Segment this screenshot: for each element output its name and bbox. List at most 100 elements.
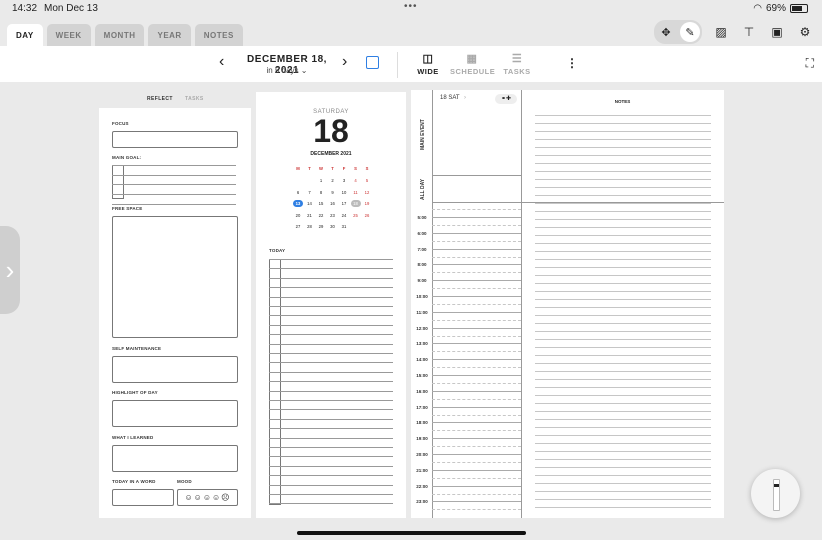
hour-line <box>432 469 521 471</box>
hour-line <box>432 485 521 487</box>
calendar-day[interactable]: 8 <box>316 189 326 196</box>
mood-selector[interactable]: ☺☺☺☺☹ <box>177 489 238 506</box>
free-space-field[interactable] <box>112 216 238 338</box>
main-goal-list[interactable] <box>112 165 236 205</box>
focus-label: FOCUS <box>112 121 129 126</box>
calendar-day[interactable]: 16 <box>328 200 338 207</box>
calendar-day[interactable]: 12 <box>362 189 372 196</box>
today-row <box>269 353 393 354</box>
calendar-day[interactable]: 4 <box>351 177 361 184</box>
previous-day-icon[interactable]: ‹ <box>219 53 224 71</box>
today-row <box>269 315 393 317</box>
sidebar-toggle-icon[interactable]: › <box>0 226 20 314</box>
highlight-field[interactable] <box>112 400 238 427</box>
calendar-day[interactable]: 20 <box>293 212 303 219</box>
note-line <box>535 259 711 260</box>
calendar-day[interactable]: 21 <box>305 212 315 219</box>
settings-gear-icon[interactable]: ⚙ <box>796 23 814 41</box>
multitask-dots-icon[interactable]: ••• <box>404 1 418 12</box>
day-chevron-icon[interactable]: › <box>464 95 466 101</box>
hour-line <box>432 390 521 392</box>
calendar-day[interactable]: 23 <box>328 212 338 219</box>
main-goal-label: MAIN GOAL: <box>112 155 142 160</box>
self-maintenance-field[interactable] <box>112 356 238 383</box>
calendar-day[interactable]: 7 <box>305 189 315 196</box>
word-field[interactable] <box>112 489 174 506</box>
fullscreen-icon[interactable]: ⛶ <box>806 56 814 71</box>
half-hour-line <box>432 477 521 479</box>
calendar-day[interactable]: 22 <box>316 212 326 219</box>
note-line <box>535 163 711 164</box>
calendar-day[interactable]: 27 <box>293 223 303 230</box>
calendar-day[interactable]: 14 <box>305 200 315 207</box>
relative-date-dropdown[interactable]: in 5 days ⌄ <box>238 66 336 75</box>
hour-line <box>432 438 521 440</box>
view-tasks-button[interactable]: ☰ TASKS <box>497 52 537 76</box>
half-hour-line <box>432 351 521 353</box>
today-row <box>269 400 393 401</box>
note-line <box>535 139 711 140</box>
tab-week[interactable]: WEEK <box>46 24 91 46</box>
more-options-icon[interactable]: ⋮ <box>566 56 578 70</box>
tab-reflect[interactable]: REFLECT <box>147 96 173 102</box>
calendar-day[interactable]: 11 <box>351 189 361 196</box>
calendar-day[interactable]: 2 <box>328 177 338 184</box>
note-line <box>535 451 711 452</box>
note-line <box>535 131 711 132</box>
tab-day[interactable]: DAY <box>7 24 43 46</box>
today-row <box>269 484 393 486</box>
status-bar: 14:32 Mon Dec 13 ••• ◠ 69% <box>0 0 822 18</box>
pencil-tool-button[interactable] <box>751 469 800 518</box>
edit-note-icon[interactable]: ▨ <box>712 23 730 41</box>
view-wide-button[interactable]: ◫ WIDE <box>408 52 448 76</box>
add-event-icon[interactable]: ▣ <box>768 23 786 41</box>
focus-field[interactable] <box>112 131 238 148</box>
note-line <box>535 467 711 468</box>
tab-month[interactable]: MONTH <box>94 24 145 46</box>
view-tabs: DAY WEEK MONTH YEAR NOTES <box>7 24 243 46</box>
note-line <box>535 427 711 428</box>
calendar-day[interactable]: 5 <box>362 177 372 184</box>
calendar-day[interactable]: 24 <box>339 212 349 219</box>
hour-line <box>432 359 521 361</box>
tab-notes[interactable]: NOTES <box>194 24 243 46</box>
calendar-today-icon[interactable] <box>366 56 379 69</box>
calendar-day[interactable]: 19 <box>362 200 372 207</box>
text-box-icon[interactable]: ⊤ <box>740 23 758 41</box>
calendar-day[interactable]: 17 <box>339 200 349 207</box>
calendar-day[interactable]: 15 <box>316 200 326 207</box>
calendar-day[interactable]: 31 <box>339 223 349 230</box>
tab-tasks[interactable]: TASKS <box>185 96 204 102</box>
calendar-day[interactable]: 3 <box>339 177 349 184</box>
day-page: SATURDAY 18 DECEMBER 2021 MTWTFSS1234567… <box>256 92 406 518</box>
hour-line <box>432 248 521 250</box>
hour-line <box>432 232 521 234</box>
calendar-day[interactable]: 28 <box>305 223 315 230</box>
highlight-label: HIGHLIGHT OF DAY <box>112 390 158 395</box>
calendar-day[interactable]: 1 <box>316 177 326 184</box>
all-day-label: ALL DAY <box>420 178 426 200</box>
link-add-icon[interactable]: ⚭✚ <box>495 94 517 104</box>
calendar-day[interactable]: 10 <box>339 189 349 196</box>
calendar-day[interactable]: 26 <box>362 212 372 219</box>
next-day-icon[interactable]: › <box>342 53 347 71</box>
calendar-day[interactable]: 25 <box>351 212 361 219</box>
half-hour-line <box>432 272 521 274</box>
calendar-day[interactable]: 6 <box>293 189 303 196</box>
half-hour-line <box>432 446 521 448</box>
tab-year[interactable]: YEAR <box>148 24 191 46</box>
note-line <box>535 443 711 444</box>
calendar-day[interactable]: 18 <box>350 200 361 207</box>
calendar-day[interactable]: 30 <box>328 223 338 230</box>
view-schedule-button[interactable]: ▦ SCHEDULE <box>450 52 495 76</box>
calendar-day[interactable]: 9 <box>328 189 338 196</box>
note-line <box>535 491 711 492</box>
calendar-day[interactable]: 29 <box>316 223 326 230</box>
note-line <box>535 371 711 372</box>
note-line <box>535 379 711 380</box>
calendar-day[interactable]: 13 <box>293 200 303 207</box>
battery-percent: 69% <box>765 3 786 14</box>
move-tool-icon[interactable]: ✥ <box>656 22 676 42</box>
pencil-tool-icon[interactable]: ✎ <box>680 22 700 42</box>
learned-field[interactable] <box>112 445 238 472</box>
